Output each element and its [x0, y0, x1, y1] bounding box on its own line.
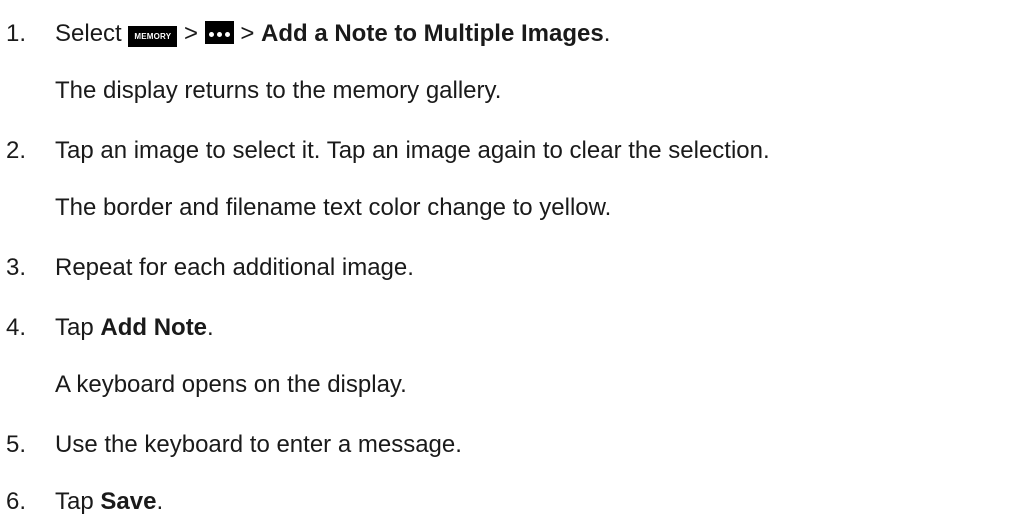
button-name: Save [100, 488, 157, 515]
step-1-result: The display returns to the memory galler… [55, 77, 502, 104]
separator: > [240, 20, 255, 47]
more-options-icon [204, 21, 234, 44]
step-text: Tap [55, 488, 94, 515]
step-text: Repeat for each additional image. [55, 254, 414, 281]
step-number: 2. [6, 137, 27, 164]
step-number: 5. [6, 431, 27, 458]
step-text: Select [55, 20, 122, 47]
step-number: 6. [6, 488, 27, 515]
menu-item-name: Add a Note to Multiple Images [261, 20, 604, 47]
step-text-end: . [156, 488, 164, 515]
memory-button-icon: MEMORY [128, 26, 178, 47]
step-2-result: The border and filename text color chang… [55, 194, 612, 221]
step-5: 5. Use the keyboard to enter a message. [6, 430, 462, 460]
step-3: 3. Repeat for each additional image. [6, 253, 414, 283]
step-text: Use the keyboard to enter a message. [55, 431, 462, 458]
step-1: 1. Select MEMORY > > Add a Note to Multip… [6, 19, 610, 49]
step-text-end: . [207, 314, 214, 341]
step-text: Tap an image to select it. Tap an image … [55, 137, 770, 164]
button-name: Add Note [100, 314, 208, 341]
step-number: 3. [6, 254, 27, 281]
step-number: 1. [6, 20, 27, 47]
instruction-document: 1. Select MEMORY > > Add a Note to Multip… [0, 0, 1031, 521]
step-text-end: . [603, 20, 611, 47]
step-text: Tap [55, 314, 94, 341]
step-4-result: A keyboard opens on the display. [55, 371, 407, 398]
step-number: 4. [6, 314, 27, 341]
step-4: 4. Tap Add Note. [6, 313, 214, 343]
step-2: 2. Tap an image to select it. Tap an imag… [6, 136, 770, 166]
separator: > [183, 20, 198, 47]
step-6: 6. Tap Save. [6, 487, 163, 517]
